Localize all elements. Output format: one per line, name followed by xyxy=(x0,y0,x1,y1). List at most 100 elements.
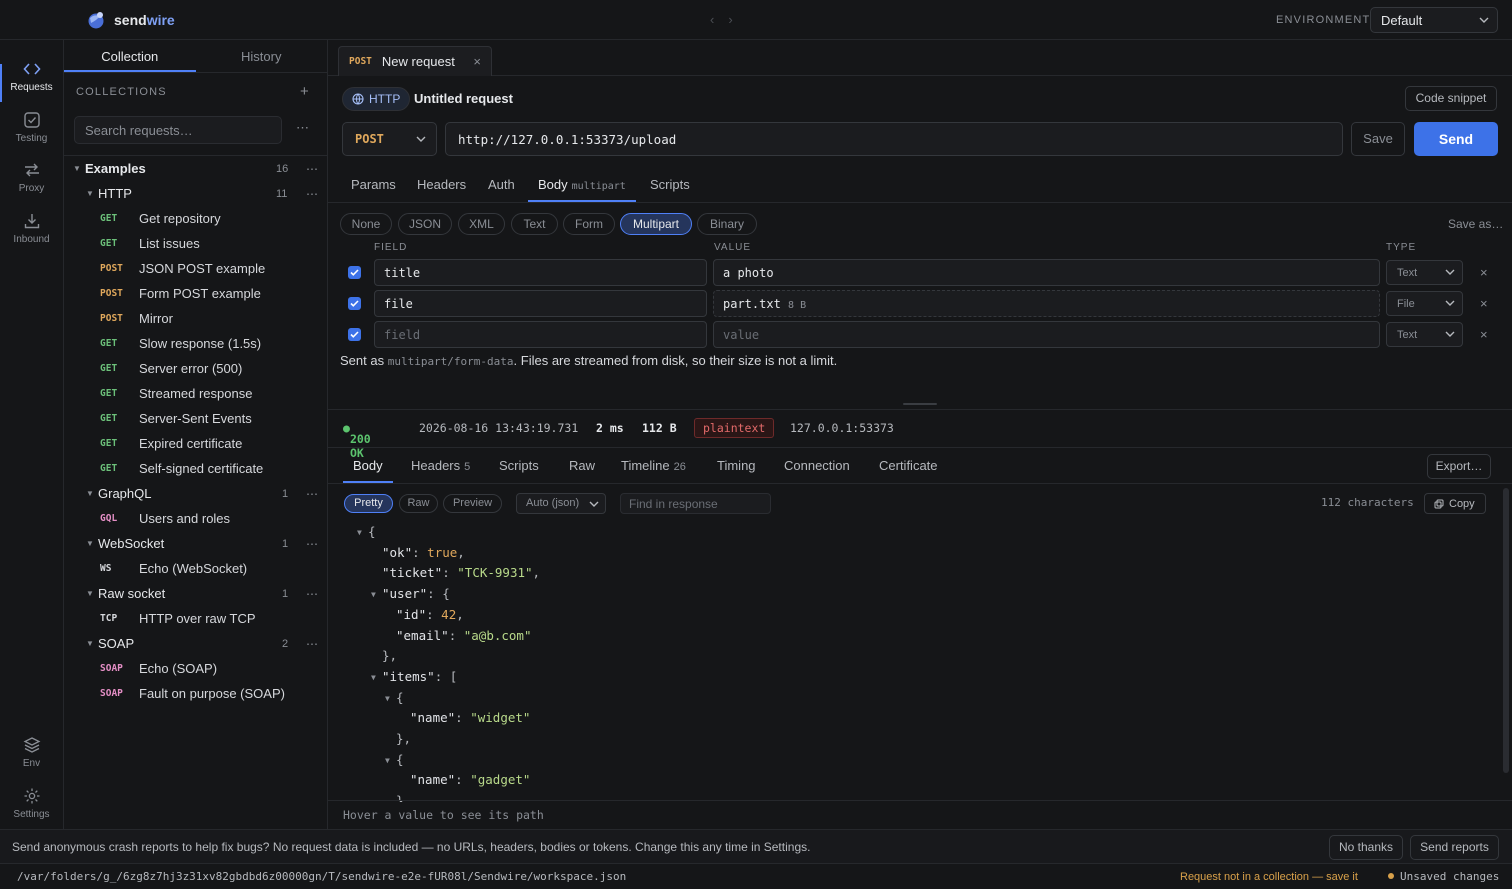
json-line[interactable]: ▼ "items": [ xyxy=(371,669,457,689)
json-line[interactable]: "name": "gadget" xyxy=(410,772,530,792)
splitter-grip[interactable] xyxy=(903,403,937,405)
row-enabled-checkbox[interactable] xyxy=(348,297,361,310)
send-button[interactable]: Send xyxy=(1414,122,1498,156)
remove-row-button[interactable]: × xyxy=(1480,296,1488,311)
folder-menu-button[interactable]: ⋯ xyxy=(306,162,318,176)
collapse-toggle-icon[interactable]: ▼ xyxy=(357,528,362,537)
remove-row-button[interactable]: × xyxy=(1480,327,1488,342)
folder-soap[interactable]: ▼ SOAP 2 ⋯ xyxy=(64,631,328,656)
request-title[interactable]: Untitled request xyxy=(414,91,513,106)
save-button[interactable]: Save xyxy=(1351,122,1405,156)
tab-headers[interactable]: Headers xyxy=(417,166,466,202)
body-type-xml[interactable]: XML xyxy=(458,213,505,235)
collapse-toggle-icon[interactable]: ▼ xyxy=(385,756,390,765)
file-picker[interactable]: part.txt 8 B xyxy=(713,290,1380,317)
body-type-form[interactable]: Form xyxy=(563,213,615,235)
json-line[interactable]: ▼{ xyxy=(385,690,404,710)
folder-menu-button[interactable]: ⋯ xyxy=(306,587,318,601)
body-type-none[interactable]: None xyxy=(340,213,392,235)
tab-history[interactable]: History xyxy=(196,40,328,72)
folder-menu-button[interactable]: ⋯ xyxy=(306,637,318,651)
json-line[interactable]: "email": "a@b.com" xyxy=(396,628,531,648)
request-item[interactable]: GET Self-signed certificate xyxy=(64,456,328,481)
folder-graphql[interactable]: ▼ GraphQL 1 ⋯ xyxy=(64,481,328,506)
json-line[interactable]: ▼{ xyxy=(357,524,376,544)
row-enabled-checkbox[interactable] xyxy=(348,328,361,341)
request-item[interactable]: GET Get repository xyxy=(64,206,328,231)
view-raw[interactable]: Raw xyxy=(399,494,438,513)
tab-response-connection[interactable]: Connection xyxy=(784,448,850,483)
request-item[interactable]: POST Mirror xyxy=(64,306,328,331)
view-preview[interactable]: Preview xyxy=(443,494,502,513)
format-select[interactable]: Auto (json) xyxy=(516,493,606,514)
json-line[interactable]: "ticket": "TCK-9931", xyxy=(382,565,540,585)
sidebar-more-button[interactable]: ⋯ xyxy=(296,120,309,136)
tab-body[interactable]: Body multipart xyxy=(528,166,636,202)
request-item[interactable]: GQL Users and roles xyxy=(64,506,328,531)
field-name-input[interactable]: field xyxy=(374,321,707,348)
folder-http[interactable]: ▼ HTTP 11 ⋯ xyxy=(64,181,328,206)
body-type-json[interactable]: JSON xyxy=(398,213,452,235)
protocol-badge[interactable]: HTTP xyxy=(342,87,411,111)
view-pretty[interactable]: Pretty xyxy=(344,494,393,513)
field-type-select[interactable]: Text xyxy=(1386,260,1463,285)
tab-response-certificate[interactable]: Certificate xyxy=(879,448,938,483)
environment-select[interactable]: Default xyxy=(1370,7,1498,33)
folder-websocket[interactable]: ▼ WebSocket 1 ⋯ xyxy=(64,531,328,556)
rail-requests[interactable]: Requests xyxy=(0,60,63,106)
rail-testing[interactable]: Testing xyxy=(0,111,63,157)
request-item[interactable]: GET Server-Sent Events xyxy=(64,406,328,431)
field-value-input[interactable]: value xyxy=(713,321,1380,348)
body-type-binary[interactable]: Binary xyxy=(697,213,757,235)
request-item[interactable]: GET Slow response (1.5s) xyxy=(64,331,328,356)
request-item[interactable]: GET List issues xyxy=(64,231,328,256)
send-reports-button[interactable]: Send reports xyxy=(1410,835,1499,860)
close-icon[interactable]: × xyxy=(473,54,481,69)
add-collection-button[interactable]: + xyxy=(300,83,309,100)
request-item[interactable]: SOAP Fault on purpose (SOAP) xyxy=(64,681,328,706)
response-scrollbar[interactable] xyxy=(1503,488,1509,773)
collapse-toggle-icon[interactable]: ▼ xyxy=(371,673,376,682)
body-type-text[interactable]: Text xyxy=(511,213,558,235)
rail-proxy[interactable]: Proxy xyxy=(0,161,63,207)
field-value-input[interactable]: a photo xyxy=(713,259,1380,286)
folder-menu-button[interactable]: ⋯ xyxy=(306,187,318,201)
field-type-select[interactable]: Text xyxy=(1386,322,1463,347)
request-item[interactable]: TCP HTTP over raw TCP xyxy=(64,606,328,631)
no-thanks-button[interactable]: No thanks xyxy=(1329,835,1403,860)
json-line[interactable]: }, xyxy=(396,731,411,751)
find-in-response-input[interactable]: Find in response xyxy=(620,493,771,514)
body-type-multipart[interactable]: Multipart xyxy=(620,213,692,235)
collapse-toggle-icon[interactable]: ▼ xyxy=(385,694,390,703)
tab-response-raw[interactable]: Raw xyxy=(569,448,595,483)
tab-response-timing[interactable]: Timing xyxy=(717,448,756,483)
request-tab[interactable]: POST New request × xyxy=(338,46,492,76)
tab-response-headers[interactable]: Headers 5 xyxy=(411,448,470,483)
request-item[interactable]: WS Echo (WebSocket) xyxy=(64,556,328,581)
tab-params[interactable]: Params xyxy=(351,166,396,202)
folder-raw-socket[interactable]: ▼ Raw socket 1 ⋯ xyxy=(64,581,328,606)
tab-scripts[interactable]: Scripts xyxy=(650,166,690,202)
scrollbar-thumb[interactable] xyxy=(1503,488,1509,773)
export-button[interactable]: Export… xyxy=(1427,454,1491,479)
tab-response-scripts[interactable]: Scripts xyxy=(499,448,539,483)
row-enabled-checkbox[interactable] xyxy=(348,266,361,279)
pane-splitter[interactable] xyxy=(328,400,1512,410)
remove-row-button[interactable]: × xyxy=(1480,265,1488,280)
search-input[interactable]: Search requests… xyxy=(74,116,282,144)
request-item[interactable]: GET Server error (500) xyxy=(64,356,328,381)
request-item[interactable]: POST JSON POST example xyxy=(64,256,328,281)
rail-settings[interactable]: Settings xyxy=(0,787,63,833)
field-name-input[interactable]: title xyxy=(374,259,707,286)
field-type-select[interactable]: File xyxy=(1386,291,1463,316)
tab-auth[interactable]: Auth xyxy=(488,166,515,202)
folder-menu-button[interactable]: ⋯ xyxy=(306,537,318,551)
request-item[interactable]: GET Expired certificate xyxy=(64,431,328,456)
json-line[interactable]: "id": 42, xyxy=(396,607,464,627)
forward-arrow-icon[interactable]: › xyxy=(728,12,732,27)
json-line[interactable]: }, xyxy=(382,648,397,668)
copy-button[interactable]: Copy xyxy=(1424,493,1486,514)
json-line[interactable]: "name": "widget" xyxy=(410,710,530,730)
tab-response-body[interactable]: Body xyxy=(343,448,393,483)
url-input[interactable]: http://127.0.0.1:53373/upload xyxy=(445,122,1343,156)
